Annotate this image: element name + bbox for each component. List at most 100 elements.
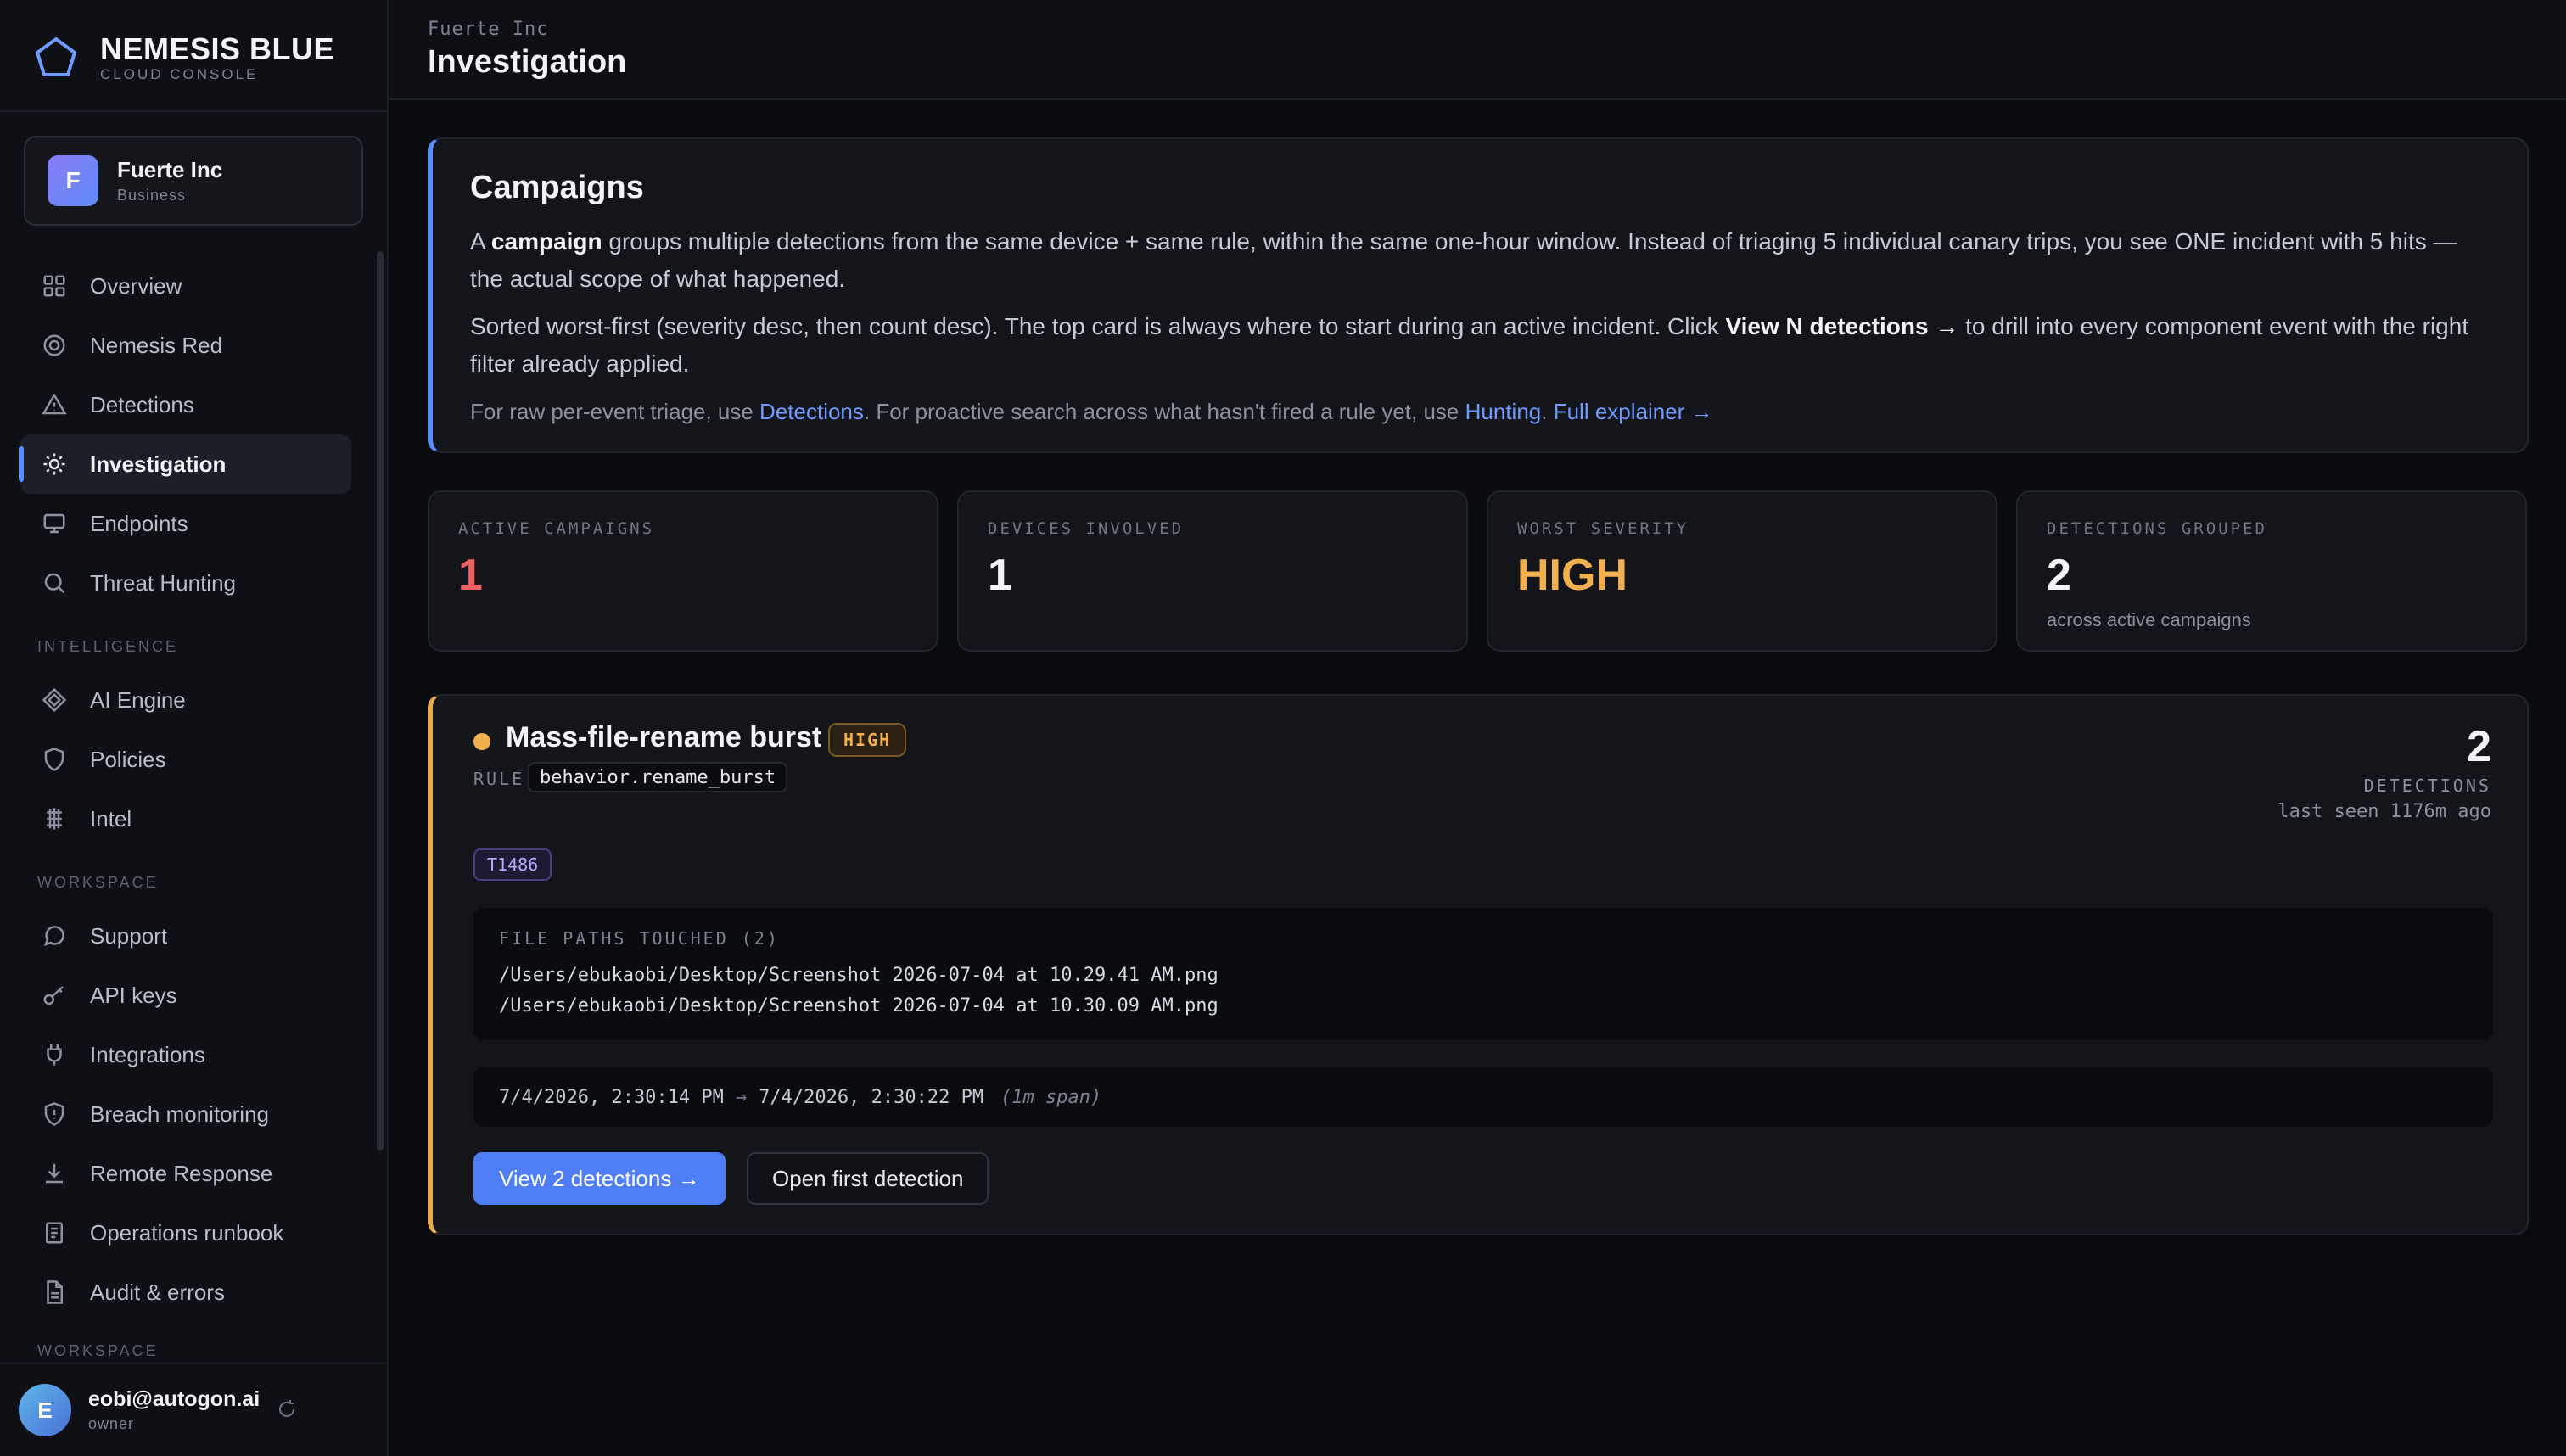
detection-count: 2	[2467, 722, 2491, 771]
chat-icon	[41, 922, 68, 949]
sidebar-item-api-keys[interactable]: API keys	[20, 966, 351, 1025]
sidebar-item-integrations[interactable]: Integrations	[20, 1025, 351, 1084]
page-header: Fuerte Inc Investigation	[389, 0, 2566, 100]
detection-count-label: DETECTIONS	[2363, 776, 2491, 796]
page-title: Investigation	[428, 44, 627, 80]
sidebar-item-label: Nemesis Red	[90, 332, 223, 358]
arrow-right-icon: →	[735, 1086, 748, 1108]
pentagon-icon	[36, 37, 76, 76]
text: .	[1541, 399, 1554, 424]
file-paths-label: FILE PATHS TOUCHED (2)	[499, 928, 780, 949]
sidebar-item-breach-monitoring[interactable]: Breach monitoring	[20, 1084, 351, 1144]
stat-card-detections-grouped: DETECTIONS GROUPED 2 across active campa…	[2016, 490, 2527, 652]
campaign-title: Mass-file-rename burst	[506, 721, 822, 753]
sidebar-item-endpoints[interactable]: Endpoints	[20, 494, 351, 553]
sidebar-item-label: AI Engine	[90, 686, 186, 713]
explainer-paragraph-2: Sorted worst-first (severity desc, then …	[470, 308, 2490, 383]
refresh-icon[interactable]	[277, 1399, 299, 1421]
sidebar-item-overview[interactable]: Overview	[20, 256, 351, 316]
text: . For proactive search across what hasn'…	[863, 399, 1465, 424]
sidebar-item-label: Operations runbook	[90, 1219, 284, 1246]
breadcrumb[interactable]: Fuerte Inc	[428, 19, 548, 40]
detections-link[interactable]: Detections	[759, 399, 864, 424]
campaign-card: Mass-file-rename burst HIGH RULE behavio…	[428, 694, 2529, 1235]
target-icon	[41, 332, 68, 359]
sidebar-item-label: Overview	[90, 272, 182, 299]
explainer-footnote: For raw per-event triage, use Detections…	[470, 393, 2490, 430]
sidebar-item-label: Threat Hunting	[90, 569, 236, 596]
sidebar-item-policies[interactable]: Policies	[20, 730, 351, 789]
org-avatar: F	[48, 155, 98, 206]
stat-value: 1	[458, 551, 483, 600]
sun-icon	[41, 451, 68, 478]
org-name: Fuerte Inc	[117, 157, 223, 182]
sidebar-item-nemesis-red[interactable]: Nemesis Red	[20, 316, 351, 375]
sidebar-item-label: Support	[90, 922, 168, 949]
stat-label: DEVICES INVOLVED	[988, 519, 1185, 538]
file-path: /Users/ebukaobi/Desktop/Screenshot 2026-…	[499, 965, 1219, 986]
sidebar-item-operations-runbook[interactable]: Operations runbook	[20, 1203, 351, 1263]
sidebar-item-label: API keys	[90, 982, 177, 1008]
org-switcher[interactable]: F Fuerte Inc Business	[24, 136, 363, 226]
sidebar-item-detections[interactable]: Detections	[20, 375, 351, 434]
range-start: 7/4/2026, 2:30:14 PM	[499, 1086, 724, 1108]
sidebar-item-audit-errors[interactable]: Audit & errors	[20, 1263, 351, 1322]
stat-card-devices-involved: DEVICES INVOLVED 1	[957, 490, 1468, 652]
file-paths-panel: FILE PATHS TOUCHED (2) /Users/ebukaobi/D…	[473, 908, 2493, 1040]
text: groups multiple detections from the same…	[470, 228, 2457, 292]
range-span: (1m span)	[1000, 1086, 1102, 1108]
hunting-link[interactable]: Hunting	[1465, 399, 1542, 424]
stat-label: WORST SEVERITY	[1517, 519, 1689, 538]
sidebar-item-label: Endpoints	[90, 510, 188, 536]
sidebar-item-label: Policies	[90, 746, 166, 772]
file-path: /Users/ebukaobi/Desktop/Screenshot 2026-…	[499, 995, 1219, 1016]
rule-id: behavior.rename_burst	[528, 762, 788, 792]
sidebar-item-support[interactable]: Support	[20, 906, 351, 966]
text: For raw per-event triage, use	[470, 399, 760, 424]
brand[interactable]: NEMESIS BLUE CLOUD CONSOLE	[34, 32, 334, 83]
text: Sorted worst-first (severity desc, then …	[470, 313, 1726, 339]
sidebar-item-investigation[interactable]: Investigation	[19, 434, 351, 494]
sidebar-item-remote-response[interactable]: Remote Response	[20, 1144, 351, 1203]
sidebar-item-ai-engine[interactable]: AI Engine	[20, 670, 351, 730]
user-email: eobi@autogon.ai	[88, 1387, 261, 1411]
user-role: owner	[88, 1415, 135, 1432]
time-range: 7/4/2026, 2:30:14 PM → 7/4/2026, 2:30:22…	[473, 1067, 2493, 1127]
grid-icon	[41, 272, 68, 300]
divider	[0, 110, 387, 112]
sidebar-item-label: Investigation	[90, 451, 227, 477]
sidebar-item-threat-hunting[interactable]: Threat Hunting	[20, 553, 351, 613]
bold-text: View N detections →	[1725, 313, 1959, 339]
warning-icon	[41, 391, 68, 418]
sidebar-item-intel[interactable]: Intel	[20, 789, 351, 848]
range-end: 7/4/2026, 2:30:22 PM	[759, 1086, 984, 1108]
severity-dot	[473, 733, 490, 750]
search-icon	[41, 569, 68, 596]
stat-value: HIGH	[1517, 551, 1628, 600]
section-label-workspace: WORKSPACE	[37, 1342, 159, 1359]
book-icon	[41, 1219, 68, 1246]
mitre-tactic-badge[interactable]: T1486	[473, 848, 552, 881]
sidebar-item-label: Audit & errors	[90, 1279, 225, 1305]
stats-row: ACTIVE CAMPAIGNS 1 DEVICES INVOLVED 1 WO…	[428, 490, 2529, 652]
open-first-detection-button[interactable]: Open first detection	[747, 1152, 989, 1205]
stat-card-worst-severity: WORST SEVERITY HIGH	[1487, 490, 1997, 652]
monitor-icon	[41, 510, 68, 537]
sidebar-item-label: Integrations	[90, 1041, 205, 1067]
user-menu[interactable]: E eobi@autogon.ai owner	[0, 1363, 387, 1456]
view-detections-button[interactable]: View 2 detections →	[473, 1152, 726, 1205]
sidebar-item-label: Intel	[90, 805, 132, 832]
explainer-title: Campaigns	[470, 170, 644, 205]
section-label-intelligence: INTELLIGENCE	[37, 638, 179, 655]
chip-icon	[41, 805, 68, 832]
brand-subtitle: CLOUD CONSOLE	[100, 66, 259, 82]
org-plan: Business	[117, 187, 187, 204]
last-seen: last seen 1176m ago	[2277, 801, 2491, 822]
explainer-paragraph-1: A campaign groups multiple detections fr…	[470, 223, 2490, 298]
full-explainer-link[interactable]: Full explainer →	[1554, 399, 1713, 424]
sidebar-scrollbar[interactable]	[377, 251, 384, 1151]
stat-value: 2	[2047, 551, 2071, 600]
bold-text: campaign	[490, 228, 602, 255]
stat-value: 1	[988, 551, 1012, 600]
rule-label: RULE	[473, 769, 525, 789]
